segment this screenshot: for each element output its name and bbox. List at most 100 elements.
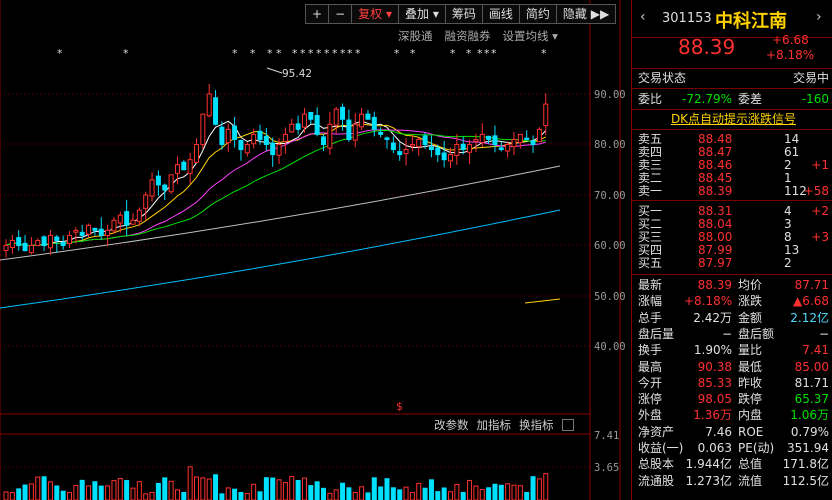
event-marker-icon[interactable]: * <box>276 47 282 60</box>
candle-body <box>327 123 333 149</box>
stat-value: 0.79% <box>790 424 829 439</box>
event-marker-icon[interactable]: * <box>355 47 361 60</box>
volume-bar <box>333 489 339 500</box>
candle-body <box>409 144 415 147</box>
event-marker-icon[interactable]: * <box>316 47 322 60</box>
chouma-button[interactable]: 筹码 <box>444 4 483 24</box>
candle-body <box>530 140 536 145</box>
volume-bar <box>327 492 333 500</box>
event-marker-icon[interactable]: * <box>477 47 483 60</box>
vol-dropdown-icon[interactable] <box>561 419 574 431</box>
fuquan-label: 复权 <box>358 7 383 21</box>
volume-bar <box>244 492 250 500</box>
huaxian-button[interactable]: 画线 <box>481 4 520 24</box>
swap-indicator-button[interactable]: 换指标 <box>519 417 554 433</box>
event-marker-icon[interactable]: * <box>541 47 547 60</box>
volume-bar <box>498 484 504 500</box>
event-marker-icon[interactable]: * <box>332 47 338 60</box>
ma-settings-link[interactable]: 设置均线 ▾ <box>503 28 558 44</box>
jianyue-button[interactable]: 简约 <box>518 4 557 24</box>
volume-bar <box>276 479 282 500</box>
event-marker-icon[interactable]: * <box>57 47 63 60</box>
prev-stock-icon[interactable]: ‹ <box>640 9 646 25</box>
volume-bar <box>162 477 168 500</box>
bid-price[interactable]: 87.97 <box>698 255 732 271</box>
candle-body <box>321 136 326 146</box>
stat-value: ▲6.68 <box>793 294 829 309</box>
event-marker-icon[interactable]: * <box>410 47 416 60</box>
volume-bar <box>517 485 523 500</box>
volume-bar <box>467 479 473 500</box>
candle-body <box>473 138 479 142</box>
event-marker-icon[interactable]: * <box>394 47 400 60</box>
candle-body <box>9 239 15 248</box>
indicator-subbar: 深股通 融资融券 设置均线 ▾ <box>398 28 558 44</box>
candle-body <box>149 179 155 197</box>
volume-bar <box>352 491 358 500</box>
event-marker-icon[interactable]: * <box>300 47 306 60</box>
dk-signal-link[interactable]: DK点自动提示涨跌信号 <box>671 112 796 126</box>
diejia-button[interactable]: 叠加 ▾ <box>397 4 446 24</box>
candle-body <box>22 242 28 252</box>
event-marker-icon[interactable]: * <box>324 47 330 60</box>
volume-bar <box>130 487 136 500</box>
candle-body <box>225 128 231 144</box>
diejia-label: 叠加 <box>404 7 429 21</box>
volume-bar <box>238 492 244 500</box>
volume-bar <box>378 486 384 500</box>
stat-label: 总值 <box>738 457 763 472</box>
rongzi-link[interactable]: 融资融券 <box>445 28 491 44</box>
shengutong-link[interactable]: 深股通 <box>398 28 433 44</box>
event-marker-icon[interactable]: * <box>232 47 238 60</box>
candle-body <box>416 138 422 148</box>
fuquan-button[interactable]: 复权 ▾ <box>351 4 399 24</box>
stat-label: PE(动) <box>738 441 775 455</box>
event-marker-icon[interactable]: * <box>450 47 456 60</box>
stat-label: 换手 <box>638 343 663 358</box>
event-marker-icon[interactable]: * <box>466 47 472 60</box>
add-indicator-button[interactable]: 加指标 <box>477 417 512 433</box>
stat-value: 1.90% <box>693 343 732 358</box>
weicha-value: -160 <box>801 92 829 106</box>
event-marker-icon[interactable]: * <box>250 47 256 60</box>
candle-body <box>35 239 41 247</box>
candle-body <box>276 144 282 156</box>
candle-body <box>359 113 365 128</box>
candle-body <box>403 149 409 155</box>
candle-body <box>333 108 339 126</box>
volume-bar <box>54 485 60 500</box>
stat-label: 均价 <box>738 278 763 292</box>
zoom-out-button[interactable]: − <box>328 4 353 24</box>
stat-value: 2.42万 <box>693 310 732 325</box>
stat-value: 112.5亿 <box>782 473 829 488</box>
event-marker-icon[interactable]: * <box>340 47 346 60</box>
candle-body <box>47 234 53 249</box>
change-params-button[interactable]: 改参数 <box>434 417 469 433</box>
volume-bar <box>117 478 123 500</box>
zoom-in-button[interactable]: + <box>305 4 330 24</box>
stat-value: 1.06万 <box>790 408 829 423</box>
volume-bar <box>422 487 428 500</box>
volume-bar <box>263 477 269 500</box>
event-marker-icon[interactable]: * <box>267 47 273 60</box>
stats-row: 总手 2.42万 金额 2.12亿 <box>638 310 829 326</box>
y-axis-label: 50.00 <box>594 291 626 303</box>
event-marker-icon[interactable]: * <box>347 47 353 60</box>
price-pct: +8.18% <box>766 48 815 62</box>
candle-body <box>238 140 244 151</box>
bid-volume: 2 <box>784 256 792 270</box>
next-stock-icon[interactable]: › <box>816 9 822 25</box>
volume-bar <box>505 483 511 500</box>
candle-body <box>41 236 47 246</box>
event-marker-icon[interactable]: * <box>491 47 497 60</box>
volume-bar <box>301 477 307 500</box>
candle-body <box>251 133 257 145</box>
event-marker-icon[interactable]: * <box>484 47 490 60</box>
yincang-label: 隐藏 <box>562 7 587 21</box>
event-marker-icon[interactable]: * <box>292 47 298 60</box>
event-marker-icon[interactable]: * <box>308 47 314 60</box>
event-marker-icon[interactable]: * <box>123 47 129 60</box>
yincang-button[interactable]: 隐藏 ▶▶ <box>555 4 617 24</box>
ask-price[interactable]: 88.39 <box>698 183 732 199</box>
kline-chart-area[interactable]: * * * * * * * * * * * * * * * * * * * * * * * 95.42 $ + − 复权 ▾… <box>0 0 628 500</box>
